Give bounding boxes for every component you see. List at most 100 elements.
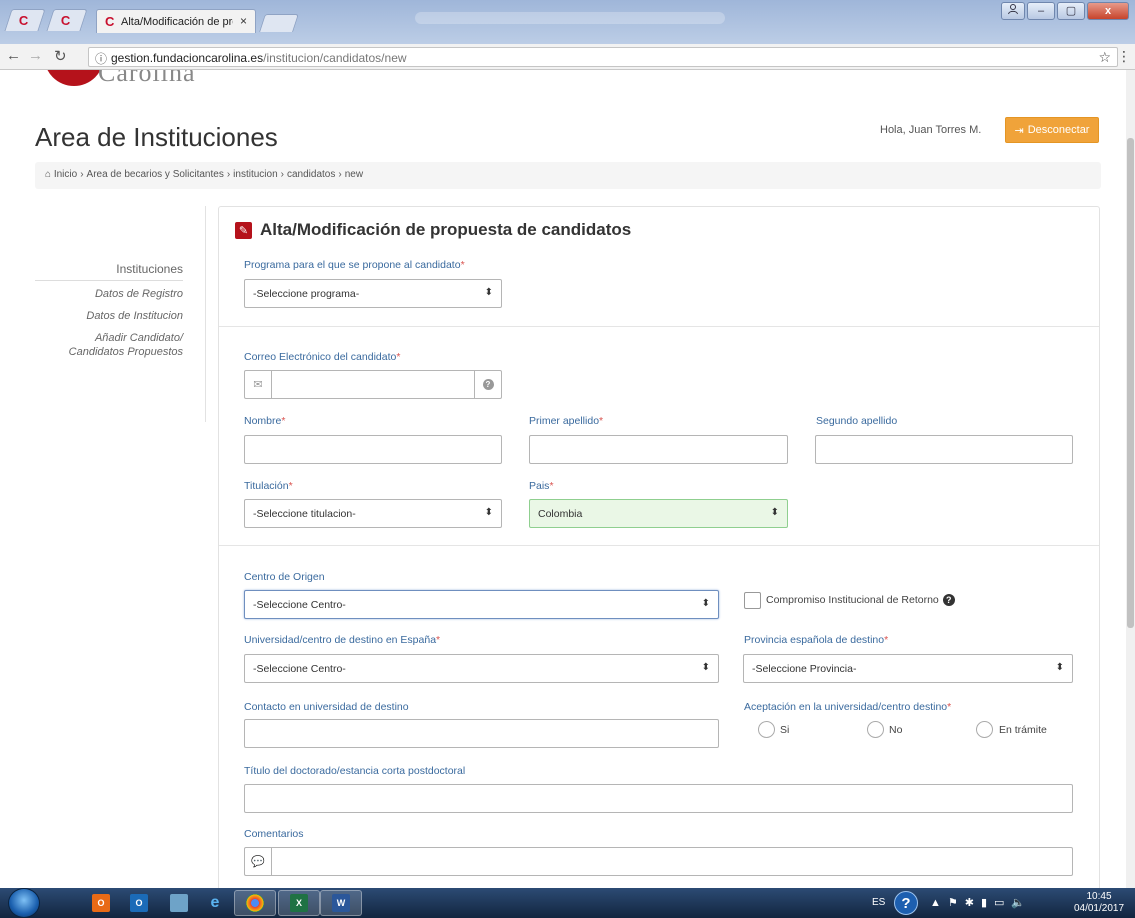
universidad-destino-label: Universidad/centro de destino en España* xyxy=(244,634,441,646)
close-window-button[interactable]: x xyxy=(1087,2,1129,20)
browser-tab-2[interactable]: C xyxy=(46,9,88,31)
breadcrumb-item-candidatos[interactable]: candidatos xyxy=(287,169,335,180)
provincia-select[interactable]: -Seleccione Provincia- ⬍ xyxy=(743,654,1073,683)
sidebar: Instituciones Datos de Registro Datos de… xyxy=(35,262,183,367)
taskbar-app-outlook-2[interactable]: O xyxy=(118,890,160,916)
url-domain: gestion.fundacioncarolina.es xyxy=(111,51,264,65)
primer-apellido-label: Primer apellido* xyxy=(529,415,604,427)
url-input[interactable]: ⓘ gestion.fundacioncarolina.es/instituci… xyxy=(88,47,1118,67)
maximize-button[interactable]: ▢ xyxy=(1057,2,1085,20)
page-scrollbar[interactable] xyxy=(1126,70,1135,888)
window-title-blurred xyxy=(415,12,725,24)
sign-out-icon: ⇥ xyxy=(1014,124,1024,137)
taskbar-app-ie[interactable]: e xyxy=(194,890,236,916)
new-tab-button[interactable] xyxy=(259,14,299,32)
select-arrows-icon: ⬍ xyxy=(1055,662,1064,673)
sidebar-item-candidatos-propuestos[interactable]: Candidatos Propuestos xyxy=(35,345,183,359)
titulacion-label: Titulación* xyxy=(244,480,293,492)
favicon-icon: C xyxy=(105,14,115,29)
browser-tab-active[interactable]: C Alta/Modificación de pro × xyxy=(96,9,256,33)
taskbar-app-excel[interactable]: X xyxy=(278,890,320,916)
browser-tab-bar: C C C Alta/Modificación de pro × – ▢ x xyxy=(0,0,1135,44)
compromiso-checkbox[interactable] xyxy=(744,592,761,609)
info-icon[interactable]: ⓘ xyxy=(95,50,107,67)
taskbar-app-chrome[interactable] xyxy=(234,890,276,916)
comentarios-label: Comentarios xyxy=(244,828,304,840)
user-greeting: Hola, Juan Torres M. xyxy=(880,124,982,136)
windows-taskbar: O O e X W ES ? ▲⚑✱▮▭🔈 10:45 04/01/2017 xyxy=(0,888,1135,918)
browser-menu-icon[interactable]: ⋮ xyxy=(1117,48,1131,65)
address-bar: ← → ↻ ⓘ gestion.fundacioncarolina.es/ins… xyxy=(0,44,1135,70)
primer-apellido-input[interactable] xyxy=(529,435,788,464)
user-profile-icon[interactable] xyxy=(1001,2,1025,20)
window-controls: – ▢ x xyxy=(1001,2,1129,20)
select-arrows-icon: ⬍ xyxy=(701,662,710,673)
forward-arrow-icon[interactable]: → xyxy=(28,47,43,64)
correo-input[interactable]: ✉ ? xyxy=(244,370,502,399)
centro-origen-label: Centro de Origen xyxy=(244,571,325,583)
pais-select[interactable]: Colombia ⬍ xyxy=(529,499,788,528)
aceptacion-en-tramite-label: En trámite xyxy=(999,724,1047,736)
section-divider xyxy=(219,326,1099,327)
minimize-button[interactable]: – xyxy=(1027,2,1055,20)
aceptacion-radio-no[interactable] xyxy=(867,721,884,738)
sidebar-item-anadir-candidato[interactable]: Añadir Candidato/ xyxy=(35,331,183,345)
compromiso-label: Compromiso Institucional de Retorno ? xyxy=(766,594,955,606)
aceptacion-label: Aceptación en la universidad/centro dest… xyxy=(744,701,952,713)
clock-time: 10:45 xyxy=(1086,891,1112,902)
page-title: Area de Instituciones xyxy=(35,122,278,152)
logout-button[interactable]: ⇥ Desconectar xyxy=(1005,117,1099,143)
logo-icon xyxy=(44,70,104,86)
universidad-destino-select[interactable]: -Seleccione Centro- ⬍ xyxy=(244,654,719,683)
scrollbar-thumb[interactable] xyxy=(1127,138,1134,628)
breadcrumb-item-area[interactable]: Area de becarios y Solicitantes xyxy=(87,169,224,180)
breadcrumb-item-new: new xyxy=(344,169,364,180)
select-arrows-icon: ⬍ xyxy=(770,507,779,518)
provincia-label: Provincia española de destino* xyxy=(744,634,889,646)
segundo-apellido-input[interactable] xyxy=(815,435,1073,464)
aceptacion-no-label: No xyxy=(889,724,903,736)
taskbar-app-word[interactable]: W xyxy=(320,890,362,916)
pais-label: Pais* xyxy=(529,480,554,492)
edit-icon: ✎ xyxy=(235,221,252,239)
favicon-icon: C xyxy=(18,13,29,28)
taskbar-app-outlook[interactable]: O xyxy=(80,890,122,916)
select-arrows-icon: ⬍ xyxy=(484,287,493,298)
aceptacion-si-label: Si xyxy=(780,724,790,736)
system-clock[interactable]: 10:45 04/01/2017 xyxy=(1068,891,1130,915)
titulo-doctorado-input[interactable] xyxy=(244,784,1073,813)
centro-origen-select[interactable]: -Seleccione Centro- ⬍ xyxy=(244,590,719,619)
logout-label: Desconectar xyxy=(1027,124,1090,136)
breadcrumb-item-inicio[interactable]: Inicio xyxy=(54,169,77,180)
nombre-input[interactable] xyxy=(244,435,502,464)
reload-icon[interactable]: ↻ xyxy=(54,47,67,65)
aceptacion-radio-en-tramite[interactable] xyxy=(976,721,993,738)
back-arrow-icon[interactable]: ← xyxy=(6,47,21,64)
start-button[interactable] xyxy=(8,888,40,918)
tab-close-icon[interactable]: × xyxy=(240,14,247,28)
programa-label: Programa para el que se propone al candi… xyxy=(244,259,465,271)
select-arrows-icon: ⬍ xyxy=(701,598,710,609)
segundo-apellido-label: Segundo apellido xyxy=(816,415,898,427)
help-tray-icon[interactable]: ? xyxy=(894,891,918,915)
centro-origen-value: -Seleccione Centro- xyxy=(253,599,346,611)
titulacion-select[interactable]: -Seleccione titulacion- ⬍ xyxy=(244,499,502,528)
question-circle-icon[interactable]: ? xyxy=(942,594,955,606)
select-arrows-icon: ⬍ xyxy=(484,507,493,518)
bookmark-star-icon[interactable]: ☆ xyxy=(1098,49,1111,66)
contacto-input[interactable] xyxy=(244,719,719,748)
system-tray-icons[interactable]: ▲⚑✱▮▭🔈 xyxy=(930,896,1032,909)
browser-tab-1[interactable]: C xyxy=(4,9,46,31)
url-text: gestion.fundacioncarolina.es/institucion… xyxy=(111,51,407,65)
aceptacion-radio-si[interactable] xyxy=(758,721,775,738)
comments-icon: 💬 xyxy=(245,848,272,875)
url-path: /institucion/candidatos/new xyxy=(263,51,407,65)
sidebar-item-datos-institucion[interactable]: Datos de Institucion xyxy=(35,309,183,323)
sidebar-item-datos-registro[interactable]: Datos de Registro xyxy=(35,287,183,301)
help-icon[interactable]: ? xyxy=(474,371,501,398)
programa-select[interactable]: -Seleccione programa- ⬍ xyxy=(244,279,502,308)
breadcrumb-item-institucion[interactable]: institucion xyxy=(233,169,277,180)
comentarios-input[interactable]: 💬 xyxy=(244,847,1073,876)
language-indicator[interactable]: ES xyxy=(872,897,885,908)
breadcrumb: ⌂ Inicio › Area de becarios y Solicitantes… xyxy=(35,162,1101,189)
